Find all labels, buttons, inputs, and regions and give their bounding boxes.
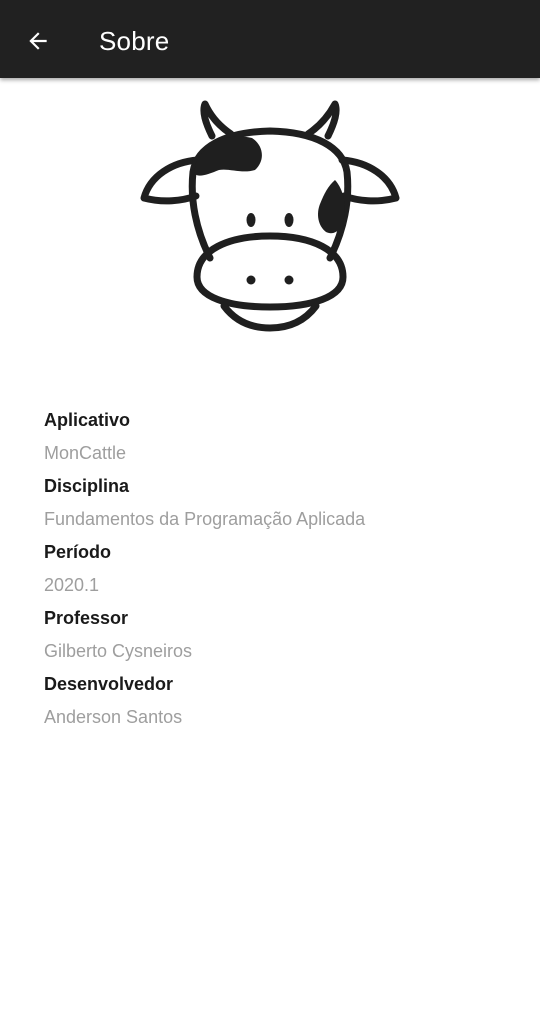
info-item-developer: Desenvolvedor Anderson Santos (44, 668, 514, 734)
cow-logo (139, 99, 401, 335)
cow-head-icon (140, 100, 400, 332)
info-value: Fundamentos da Programação Aplicada (44, 509, 366, 529)
info-item-period: Período 2020.1 (44, 536, 514, 602)
info-label: Período (44, 542, 112, 562)
info-item-course: Disciplina Fundamentos da Programação Ap… (44, 470, 514, 536)
back-button[interactable] (14, 17, 62, 65)
info-value: MonCattle (44, 443, 127, 463)
info-value: Gilberto Cysneiros (44, 641, 193, 661)
info-value: Anderson Santos (44, 707, 183, 727)
app-bar: Sobre (0, 0, 540, 78)
info-label: Disciplina (44, 476, 130, 496)
page-title: Sobre (99, 26, 170, 56)
arrow-left-icon (29, 32, 47, 50)
info-item-professor: Professor Gilberto Cysneiros (44, 602, 514, 668)
info-label: Aplicativo (44, 410, 131, 430)
info-label: Desenvolvedor (44, 674, 174, 694)
info-value: 2020.1 (44, 575, 100, 595)
info-item-app: Aplicativo MonCattle (44, 404, 514, 470)
about-info-list: Aplicativo MonCattle Disciplina Fundamen… (44, 404, 514, 734)
info-label: Professor (44, 608, 129, 628)
